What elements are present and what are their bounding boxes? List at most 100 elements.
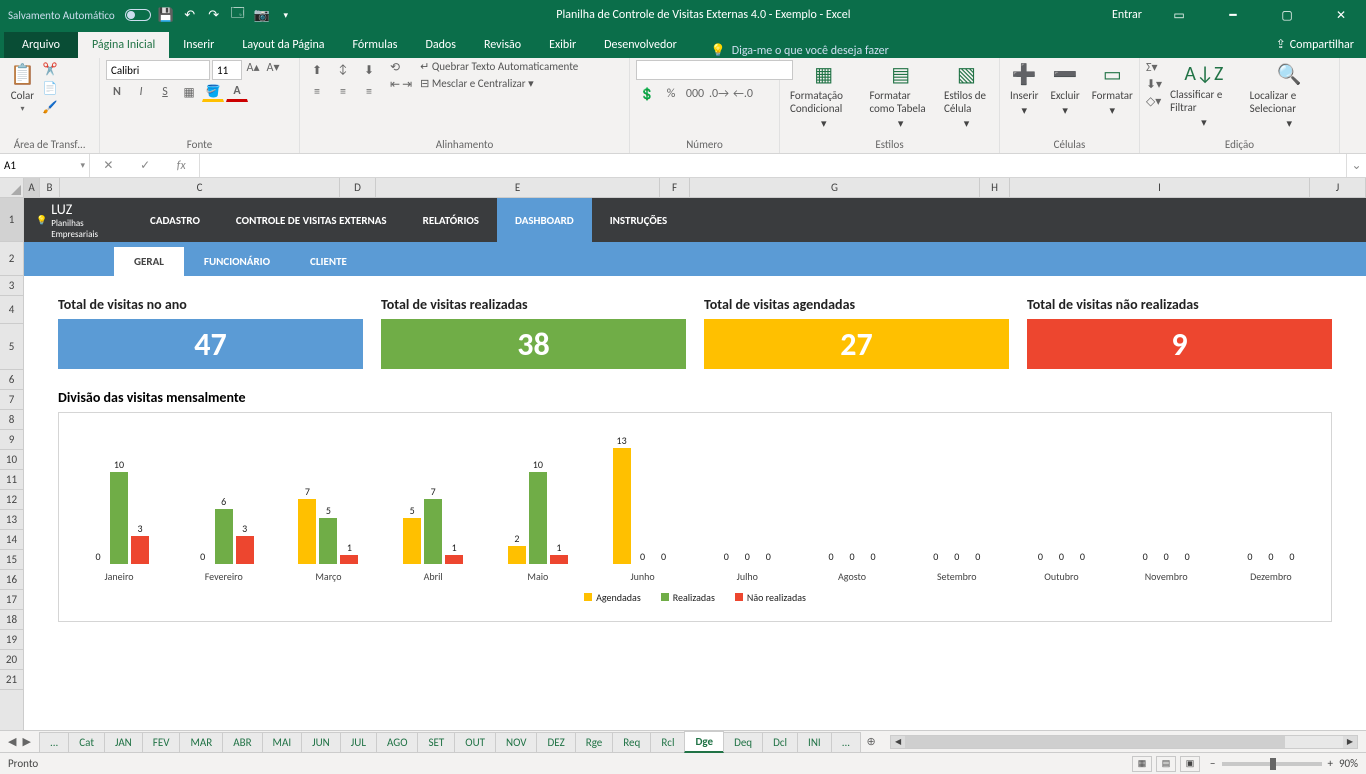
sheet-tab[interactable]: ... <box>831 732 861 752</box>
column-header[interactable]: J <box>1310 178 1366 197</box>
wrap-text-button[interactable]: ↵ Quebrar Texto Automaticamente <box>420 60 578 73</box>
sheet-tab[interactable]: ... <box>39 732 69 752</box>
fx-icon[interactable]: fx <box>177 159 186 173</box>
align-bottom-icon[interactable]: ⬇ <box>358 60 380 80</box>
row-header[interactable]: 5 <box>0 324 23 370</box>
formula-input[interactable] <box>200 154 1346 177</box>
row-header[interactable]: 14 <box>0 530 23 550</box>
increase-font-icon[interactable]: A▴ <box>244 60 262 80</box>
signin-link[interactable]: Entrar <box>1112 8 1142 22</box>
tab-developer[interactable]: Desenvolvedor <box>590 32 691 58</box>
font-name-input[interactable] <box>106 60 210 80</box>
row-header[interactable]: 16 <box>0 570 23 590</box>
horizontal-scrollbar[interactable]: ◀ ▶ <box>890 735 1358 749</box>
enter-formula-icon[interactable]: ✓ <box>140 158 150 173</box>
dash-nav-item[interactable]: INSTRUÇÕES <box>592 198 685 242</box>
sheet-tab[interactable]: Dge <box>684 731 724 753</box>
align-top-icon[interactable]: ⬆ <box>306 60 328 80</box>
sheet-tab[interactable]: MAR <box>179 732 223 752</box>
zoom-level[interactable]: 90% <box>1339 757 1358 770</box>
sheet-tab[interactable]: Rcl <box>650 732 685 752</box>
increase-decimal-icon[interactable]: .0→ <box>708 84 730 104</box>
row-header[interactable]: 9 <box>0 430 23 450</box>
column-header[interactable]: F <box>660 178 690 197</box>
column-header[interactable]: G <box>690 178 980 197</box>
undo-icon[interactable]: ↶ <box>181 6 199 24</box>
align-middle-icon[interactable]: ↕ <box>332 60 354 80</box>
column-header[interactable]: B <box>40 178 60 197</box>
sheet-tab[interactable]: Dcl <box>762 732 798 752</box>
cell-styles-button[interactable]: ▧Estilos de Célula▾ <box>940 60 993 132</box>
row-header[interactable]: 17 <box>0 590 23 610</box>
fill-icon[interactable]: ⬇▾ <box>1146 77 1162 92</box>
zoom-slider[interactable] <box>1222 762 1322 766</box>
sheet-tab[interactable]: OUT <box>454 732 496 752</box>
sheet-nav-next-icon[interactable]: ▶ <box>22 735 30 748</box>
normal-view-icon[interactable]: ▦ <box>1132 756 1152 772</box>
conditional-format-button[interactable]: ▦Formatação Condicional▾ <box>786 60 861 132</box>
row-header[interactable]: 3 <box>0 276 23 296</box>
row-header[interactable]: 6 <box>0 370 23 390</box>
row-header[interactable]: 18 <box>0 610 23 630</box>
sheet-tab[interactable]: JAN <box>104 732 143 752</box>
border-icon[interactable]: ▦ <box>178 82 200 102</box>
print-quick-icon[interactable]: 🗔 <box>229 6 247 24</box>
decrease-indent-icon[interactable]: ⇤ <box>390 77 400 92</box>
column-header[interactable]: C <box>60 178 340 197</box>
dash-nav-item[interactable]: CONTROLE DE VISITAS EXTERNAS <box>218 198 405 242</box>
underline-icon[interactable]: S <box>154 82 176 102</box>
format-table-button[interactable]: ▤Formatar como Tabela▾ <box>865 60 936 132</box>
sheet-tab[interactable]: DEZ <box>536 732 575 752</box>
row-header[interactable]: 2 <box>0 242 23 276</box>
copy-icon[interactable]: 📄 <box>43 81 58 96</box>
qat-customize-icon[interactable]: ▾ <box>277 6 295 24</box>
clear-icon[interactable]: ◇▾ <box>1146 94 1162 109</box>
tell-me-search[interactable]: 💡Diga-me o que você deseja fazer <box>711 43 889 58</box>
row-header[interactable]: 7 <box>0 390 23 410</box>
row-header[interactable]: 10 <box>0 450 23 470</box>
fill-color-icon[interactable]: 🪣 <box>202 82 224 102</box>
sheet-tab[interactable]: INI <box>797 732 832 752</box>
maximize-button[interactable]: ▢ <box>1264 0 1310 30</box>
tab-home[interactable]: Página Inicial <box>78 32 169 58</box>
autosave-toggle[interactable] <box>125 9 151 21</box>
sheet-nav-prev-icon[interactable]: ◀ <box>8 735 16 748</box>
column-header[interactable]: H <box>980 178 1010 197</box>
tab-insert[interactable]: Inserir <box>169 32 228 58</box>
tab-formulas[interactable]: Fórmulas <box>339 32 412 58</box>
row-header[interactable]: 15 <box>0 550 23 570</box>
scroll-right-icon[interactable]: ▶ <box>1343 736 1357 748</box>
sub-tab[interactable]: CLIENTE <box>290 247 367 276</box>
autosum-icon[interactable]: Σ▾ <box>1146 60 1162 75</box>
sheet-tab[interactable]: Req <box>612 732 651 752</box>
tab-file[interactable]: Arquivo <box>4 32 78 58</box>
row-header[interactable]: 20 <box>0 650 23 670</box>
ribbon-display-icon[interactable]: ▭ <box>1156 0 1202 30</box>
minimize-button[interactable]: ━ <box>1210 0 1256 30</box>
row-header[interactable]: 8 <box>0 410 23 430</box>
cancel-formula-icon[interactable]: ✕ <box>103 158 113 173</box>
tab-view[interactable]: Exibir <box>535 32 590 58</box>
sub-tab[interactable]: GERAL <box>114 247 184 276</box>
decrease-font-icon[interactable]: A▾ <box>264 60 282 80</box>
column-header[interactable]: A <box>24 178 40 197</box>
comma-icon[interactable]: 000 <box>684 84 706 104</box>
dash-nav-item[interactable]: CADASTRO <box>132 198 218 242</box>
column-header[interactable]: E <box>376 178 660 197</box>
sheet-tab[interactable]: SET <box>417 732 455 752</box>
sheet-tab[interactable]: ABR <box>222 732 262 752</box>
align-right-icon[interactable]: ≡ <box>358 82 380 102</box>
italic-icon[interactable]: I <box>130 82 152 102</box>
tab-data[interactable]: Dados <box>411 32 469 58</box>
column-header[interactable]: D <box>340 178 376 197</box>
merge-center-button[interactable]: ⊟ Mesclar e Centralizar ▾ <box>420 77 578 90</box>
row-header[interactable]: 11 <box>0 470 23 490</box>
sheet-tab[interactable]: Deq <box>723 732 763 752</box>
bold-icon[interactable]: N <box>106 82 128 102</box>
page-layout-icon[interactable]: ▤ <box>1156 756 1176 772</box>
row-header[interactable]: 19 <box>0 630 23 650</box>
sheet-tab[interactable]: FEV <box>142 732 181 752</box>
percent-icon[interactable]: % <box>660 84 682 104</box>
row-header[interactable]: 4 <box>0 296 23 324</box>
page-break-icon[interactable]: ▣ <box>1180 756 1200 772</box>
